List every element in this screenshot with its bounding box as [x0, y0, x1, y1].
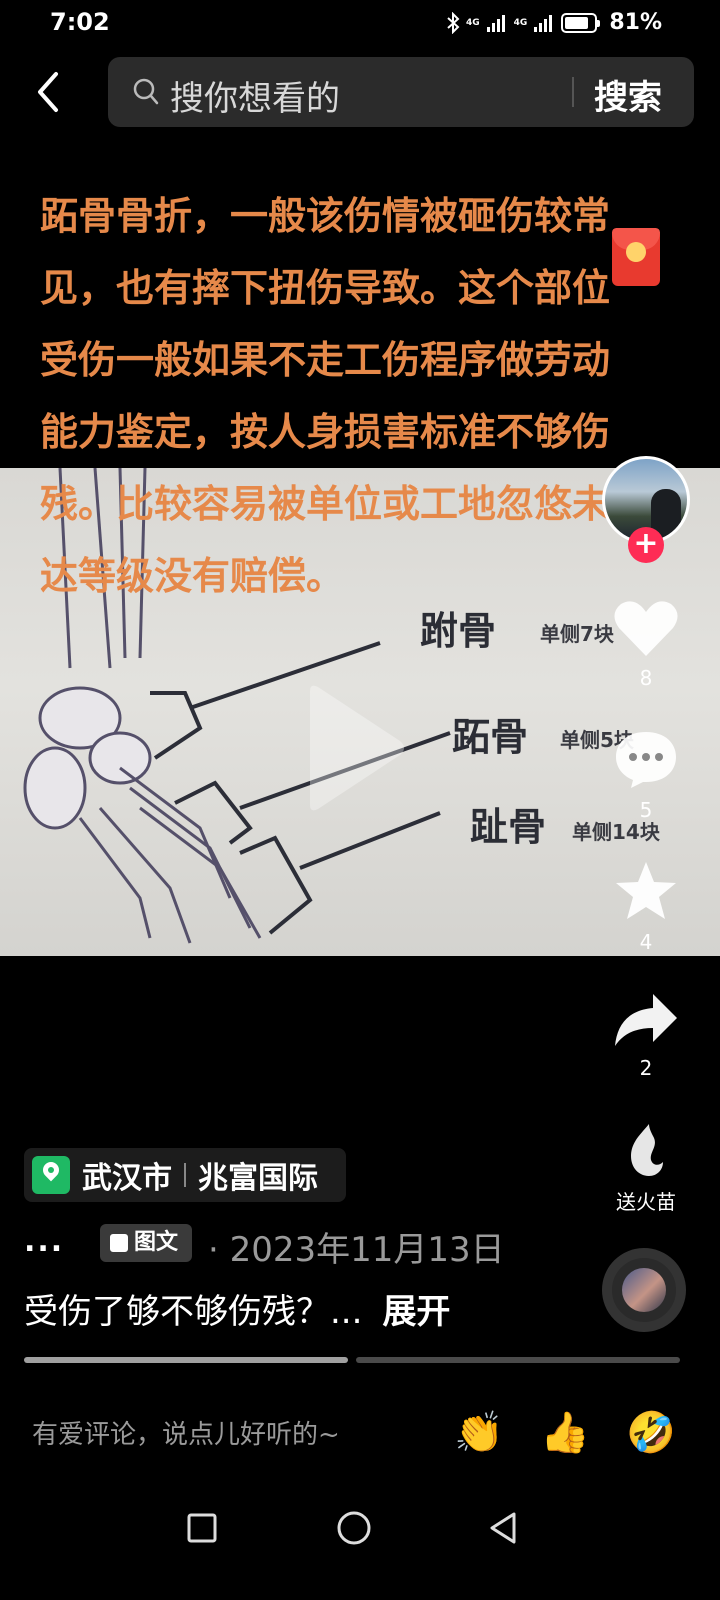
battery-percent: 81% — [609, 10, 662, 35]
favorite-button[interactable]: 4 — [610, 860, 682, 954]
comment-bar: 有爱评论，说点儿好听的~ 👏 👍 🤣 — [0, 1396, 720, 1476]
author-name-truncated[interactable]: ... — [24, 1224, 64, 1259]
post-type-label: 图文 — [134, 1230, 179, 1255]
status-icons: 4G 4G 81% — [446, 10, 662, 35]
follow-button[interactable]: + — [628, 527, 664, 563]
comment-button[interactable]: 5 — [610, 728, 682, 822]
network-1-label: 4G — [466, 17, 480, 28]
battery-icon — [561, 12, 601, 33]
back-arrow-icon — [38, 72, 58, 112]
clap-emoji-button[interactable]: 👏 — [454, 1408, 504, 1458]
laughing-emoji-button[interactable]: 🤣 — [626, 1408, 676, 1458]
bluetooth-icon — [447, 11, 460, 34]
comment-count: 5 — [639, 798, 653, 822]
expand-button[interactable]: 展开 — [382, 1292, 450, 1332]
gift-button[interactable]: 送火苗 — [600, 1122, 692, 1215]
like-count: 8 — [639, 666, 653, 690]
share-count: 2 — [639, 1056, 653, 1080]
caption-text: 受伤了够不够伤残？... — [24, 1292, 363, 1332]
circle-nav-icon[interactable] — [336, 1510, 372, 1546]
image-progress-segment-2 — [356, 1357, 680, 1363]
phalanx-label: 趾骨 — [470, 805, 547, 849]
location-pin-icon — [32, 1156, 70, 1194]
star-icon — [616, 862, 676, 919]
image-text-icon — [110, 1234, 128, 1252]
search-bar[interactable]: 搜你想看的 搜索 — [108, 57, 694, 127]
share-button[interactable]: 2 — [610, 992, 682, 1080]
search-divider — [572, 77, 574, 107]
triangle-back-nav-icon[interactable] — [486, 1510, 520, 1546]
battery-level — [565, 16, 588, 29]
status-time: 7:02 — [50, 8, 110, 36]
heart-icon — [614, 601, 678, 656]
favorite-count: 4 — [639, 930, 653, 954]
music-cover — [622, 1268, 666, 1312]
location-place: 兆富国际 — [198, 1161, 318, 1196]
like-button[interactable]: 8 — [610, 598, 682, 690]
gift-label: 送火苗 — [616, 1190, 676, 1214]
search-input[interactable]: 搜你想看的 — [170, 71, 340, 120]
status-bar: 7:02 4G 4G 81% — [0, 0, 720, 44]
image-progress-segment-1 — [24, 1357, 348, 1363]
system-navigation-bar — [0, 1496, 720, 1566]
search-icon — [133, 78, 159, 105]
comment-input[interactable]: 有爱评论，说点儿好听的~ — [32, 1414, 340, 1451]
metatarsal-label: 跖骨 — [452, 715, 529, 759]
play-icon[interactable] — [300, 683, 410, 813]
back-button[interactable] — [30, 70, 70, 114]
signal-1-icon — [486, 14, 505, 32]
post-overlay-text: 跖骨骨折，一般该伤情被砸伤较常见，也有摔下扭伤导致。这个部位受伤一般如果不走工伤… — [40, 194, 611, 598]
square-nav-icon[interactable] — [186, 1510, 218, 1546]
share-icon — [615, 994, 677, 1046]
post-type-badge: 图文 — [100, 1224, 192, 1262]
comment-icon — [616, 732, 676, 788]
post-caption: 受伤了够不够伤残？... 展开 — [24, 1284, 450, 1333]
post-meta: ... 图文 · 2023年11月13日 — [24, 1222, 584, 1270]
music-disc[interactable] — [602, 1248, 686, 1332]
location-divider — [184, 1163, 186, 1187]
location-tag[interactable]: 武汉市 兆富国际 — [24, 1148, 346, 1202]
thumbs-up-emoji-button[interactable]: 👍 — [540, 1408, 590, 1458]
red-envelope-icon[interactable] — [612, 228, 660, 286]
post-date: · 2023年11月13日 — [208, 1230, 505, 1270]
red-envelope-coin — [626, 242, 646, 262]
flame-icon — [631, 1124, 663, 1176]
tarsal-note: 单侧7块 — [540, 622, 614, 646]
network-2-label: 4G — [513, 17, 528, 28]
location-city: 武汉市 — [82, 1161, 172, 1196]
search-button[interactable]: 搜索 — [594, 70, 662, 119]
signal-2-icon — [534, 14, 553, 32]
